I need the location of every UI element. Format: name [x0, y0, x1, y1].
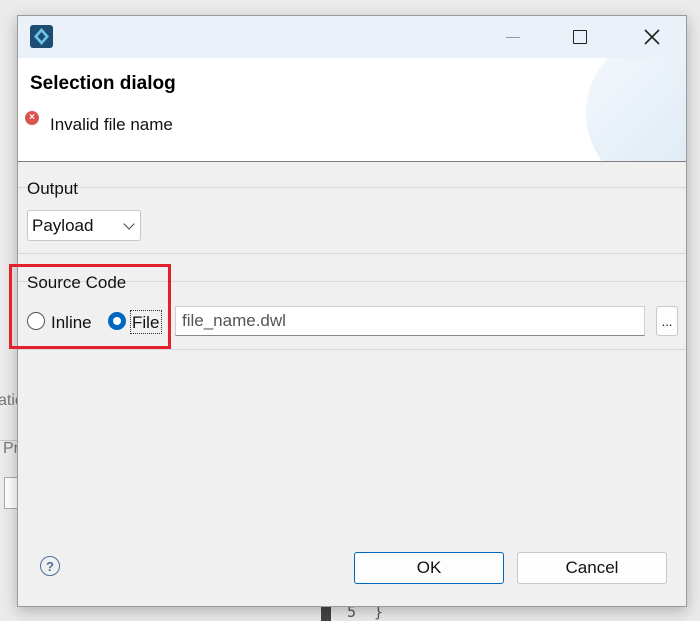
separator — [18, 187, 686, 188]
ok-button[interactable]: OK — [354, 552, 504, 584]
dialog-title: Selection dialog — [30, 73, 176, 94]
file-name-input[interactable] — [175, 306, 645, 336]
dialog-header: Selection dialog × Invalid file name — [18, 58, 686, 162]
browse-button[interactable]: ... — [656, 306, 678, 336]
output-selected-value: Payload — [32, 215, 94, 235]
chevron-down-icon — [123, 218, 135, 230]
maximize-button[interactable] — [558, 22, 602, 52]
app-logo-icon — [30, 25, 53, 48]
error-message: Invalid file name — [50, 115, 173, 134]
title-bar — [18, 16, 686, 58]
error-icon: × — [25, 111, 39, 125]
background-editor-gutter — [321, 606, 331, 621]
help-icon[interactable]: ? — [40, 556, 60, 576]
header-decoration — [586, 58, 686, 161]
separator — [18, 349, 686, 350]
separator — [18, 253, 686, 254]
cancel-button[interactable]: Cancel — [517, 552, 667, 584]
highlight-box — [9, 264, 171, 349]
close-button[interactable] — [630, 22, 674, 52]
minimize-button[interactable] — [491, 22, 535, 52]
output-section-label: Output — [27, 179, 79, 198]
output-select[interactable]: Payload — [27, 210, 141, 241]
maximize-icon — [573, 30, 587, 44]
minimize-icon — [506, 36, 520, 38]
close-icon — [644, 29, 660, 45]
